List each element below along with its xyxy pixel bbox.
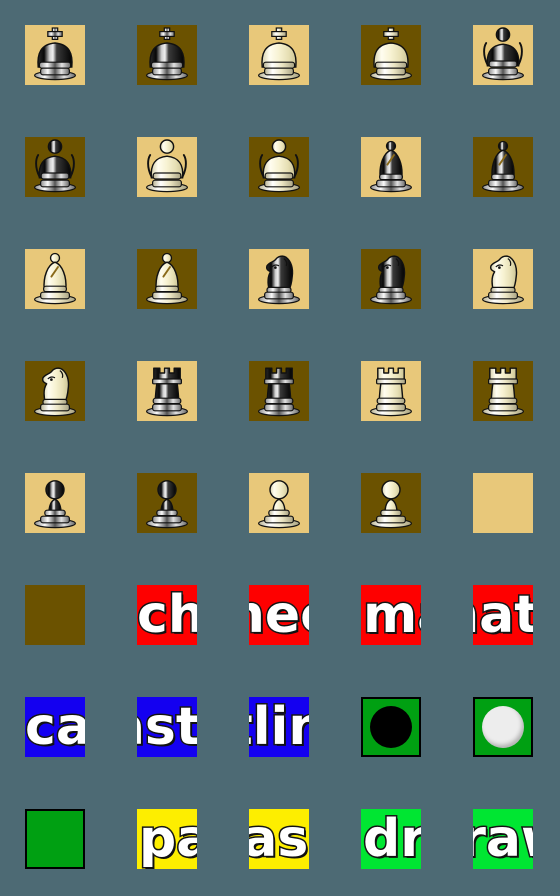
white-queen-icon [146, 139, 188, 193]
castling-word-part-1[interactable]: castling [25, 697, 85, 757]
white-king-on-light-square[interactable] [249, 25, 309, 85]
white-knight-icon [482, 255, 524, 305]
word-text: castling [25, 697, 85, 757]
word-text: pass [249, 809, 309, 869]
black-knight-on-dark-square[interactable] [361, 249, 421, 309]
black-pawn-icon [146, 480, 188, 529]
white-rook-on-light-square[interactable] [361, 361, 421, 421]
word-fragment-window: castling [25, 697, 85, 757]
white-bishop-icon [34, 252, 76, 305]
white-disc-icon [482, 706, 524, 748]
black-king-icon [146, 27, 188, 81]
white-pawn-icon [258, 480, 300, 529]
word-text: draw [362, 809, 422, 869]
draw-word-part-1[interactable]: draw [361, 809, 421, 869]
black-queen-icon [34, 139, 76, 193]
white-knight-icon [34, 367, 76, 417]
word-fragment-window: mate [361, 585, 421, 645]
pass-word-part-1[interactable]: pass [137, 809, 197, 869]
white-knight-on-dark-square[interactable] [25, 361, 85, 421]
word-fragment-window: check [249, 585, 309, 645]
black-knight-icon [370, 255, 412, 305]
black-knight-on-light-square[interactable] [249, 249, 309, 309]
white-knight-on-light-square[interactable] [473, 249, 533, 309]
word-text: castling [249, 697, 309, 757]
black-pawn-on-dark-square[interactable] [137, 473, 197, 533]
black-bishop-on-dark-square[interactable] [473, 137, 533, 197]
white-king-icon [258, 27, 300, 81]
word-text: pass [137, 809, 197, 869]
white-bishop-on-light-square[interactable] [25, 249, 85, 309]
empty-light-square[interactable] [473, 473, 533, 533]
white-king-icon [370, 27, 412, 81]
white-queen-on-dark-square[interactable] [249, 137, 309, 197]
black-king-on-dark-square[interactable] [137, 25, 197, 85]
white-rook-icon [370, 367, 412, 417]
black-queen-on-dark-square[interactable] [25, 137, 85, 197]
word-fragment-window: pass [249, 809, 309, 869]
white-pawn-icon [370, 480, 412, 529]
white-bishop-on-dark-square[interactable] [137, 249, 197, 309]
black-bishop-on-light-square[interactable] [361, 137, 421, 197]
black-king-on-light-square[interactable] [25, 25, 85, 85]
word-text: check [249, 585, 309, 645]
check-word-part-2[interactable]: check [249, 585, 309, 645]
black-rook-on-dark-square[interactable] [249, 361, 309, 421]
mate-word-part-1[interactable]: mate [361, 585, 421, 645]
white-pawn-on-dark-square[interactable] [361, 473, 421, 533]
black-rook-on-light-square[interactable] [137, 361, 197, 421]
word-text: draw [473, 809, 533, 869]
black-pawn-on-light-square[interactable] [25, 473, 85, 533]
word-fragment-window: check [137, 585, 197, 645]
white-rook-icon [482, 367, 524, 417]
black-queen-on-light-square[interactable] [473, 25, 533, 85]
black-rook-icon [258, 367, 300, 417]
black-queen-icon [482, 27, 524, 81]
white-king-on-dark-square[interactable] [361, 25, 421, 85]
black-bishop-icon [482, 140, 524, 193]
draw-word-part-2[interactable]: draw [473, 809, 533, 869]
word-text: mate [473, 585, 533, 645]
castling-word-part-3[interactable]: castling [249, 697, 309, 757]
white-queen-icon [258, 139, 300, 193]
emoji-sticker-grid: check check mate mate castling castling castli… [0, 0, 560, 896]
word-text: mate [361, 585, 421, 645]
word-fragment-window: draw [361, 809, 422, 869]
black-to-move-marker[interactable] [361, 697, 421, 757]
word-fragment-window: castling [249, 697, 309, 757]
empty-green-marker[interactable] [25, 809, 85, 869]
word-text: check [137, 585, 197, 645]
black-knight-icon [258, 255, 300, 305]
black-bishop-icon [370, 140, 412, 193]
word-fragment-window: draw [473, 809, 533, 869]
black-disc-icon [370, 706, 412, 748]
white-to-move-marker[interactable] [473, 697, 533, 757]
empty-dark-square[interactable] [25, 585, 85, 645]
word-fragment-window: pass [137, 809, 197, 869]
mate-word-part-2[interactable]: mate [473, 585, 533, 645]
word-fragment-window: mate [473, 585, 533, 645]
word-fragment-window: castling [137, 697, 197, 757]
white-bishop-icon [146, 252, 188, 305]
castling-word-part-2[interactable]: castling [137, 697, 197, 757]
black-pawn-icon [34, 480, 76, 529]
black-rook-icon [146, 367, 188, 417]
pass-word-part-2[interactable]: pass [249, 809, 309, 869]
check-word-part-1[interactable]: check [137, 585, 197, 645]
word-text: castling [137, 697, 197, 757]
black-king-icon [34, 27, 76, 81]
white-pawn-on-light-square[interactable] [249, 473, 309, 533]
white-queen-on-light-square[interactable] [137, 137, 197, 197]
white-rook-on-dark-square[interactable] [473, 361, 533, 421]
